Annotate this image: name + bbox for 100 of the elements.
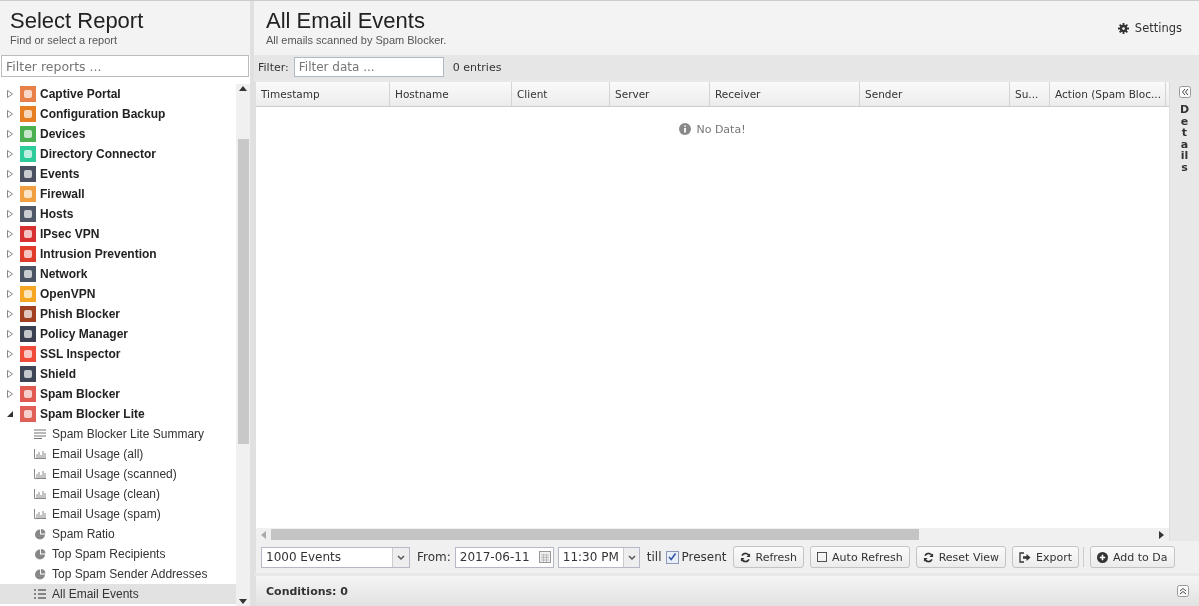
no-data-message: No Data!: [679, 122, 746, 136]
column-header[interactable]: Su...: [1010, 82, 1050, 106]
expand-arrow-icon[interactable]: [6, 130, 14, 138]
checkbox[interactable]: [665, 550, 679, 564]
column-header[interactable]: Client: [512, 82, 610, 106]
filter-data-field[interactable]: Filter data ...: [293, 57, 444, 77]
expand-arrow-icon[interactable]: [6, 310, 14, 318]
report-category[interactable]: Hosts: [40, 207, 74, 221]
dropdown-arrow-icon[interactable]: [392, 547, 409, 567]
till-label: till: [646, 550, 662, 564]
collapse-arrow-icon[interactable]: [6, 410, 14, 418]
expand-arrow-icon[interactable]: [6, 350, 14, 358]
entries-count: 0 entries: [452, 60, 502, 74]
scrollbar[interactable]: [236, 84, 250, 606]
filter-reports-field[interactable]: Filter reports ...: [1, 55, 249, 77]
expand-arrow-icon[interactable]: [6, 250, 14, 258]
report-category[interactable]: Firewall: [40, 187, 85, 201]
toolbar-button[interactable]: Auto Refresh: [810, 546, 910, 568]
toolbar-button[interactable]: Refresh: [732, 546, 805, 568]
report-item[interactable]: Top Spam Sender Addresses: [0, 564, 236, 584]
expand-arrow-icon[interactable]: [6, 190, 14, 198]
expand-arrow-icon[interactable]: [6, 270, 14, 278]
scroll-right-arrow-icon[interactable]: [1159, 530, 1164, 539]
column-header[interactable]: Action (Spam Bloc...: [1050, 82, 1166, 106]
expand-arrow-icon[interactable]: [6, 290, 14, 298]
report-item[interactable]: Email Usage (clean): [0, 484, 236, 504]
sidebar-subtitle: Find or select a report: [10, 34, 118, 46]
scroll-up-arrow-icon[interactable]: [239, 86, 247, 91]
date-field[interactable]: 2017-06-11: [454, 546, 554, 568]
pie-chart-icon: [34, 528, 46, 540]
report-subtitle: All emails scanned by Spam Blocker.: [266, 34, 447, 46]
settings-button[interactable]: Settings: [1112, 18, 1187, 38]
from-label: From:: [417, 550, 451, 564]
bar-chart-icon: [34, 469, 46, 479]
report-category[interactable]: Network: [40, 267, 88, 281]
scroll-left-arrow-icon[interactable]: [261, 530, 266, 539]
settings-icon: [1117, 22, 1129, 34]
lines-icon: [34, 429, 46, 439]
report-category[interactable]: Captive Portal: [40, 87, 121, 101]
report-category[interactable]: Spam Blocker: [40, 387, 121, 401]
expand-arrow-icon[interactable]: [6, 210, 14, 218]
report-category[interactable]: IPsec VPN: [40, 227, 100, 241]
horizontal-scrollbar[interactable]: [256, 528, 1169, 541]
expand-arrow-icon[interactable]: [6, 150, 14, 158]
column-header[interactable]: Server: [610, 82, 710, 106]
bar-chart-icon: [34, 489, 46, 499]
expand-arrow-icon[interactable]: [6, 170, 14, 178]
report-item[interactable]: Spam Ratio: [0, 524, 236, 544]
column-header[interactable]: Receiver: [710, 82, 860, 106]
expand-arrow-icon[interactable]: [6, 90, 14, 98]
report-category[interactable]: OpenVPN: [40, 287, 96, 301]
report-item[interactable]: All Email Events: [0, 584, 236, 604]
bar-chart-icon: [34, 509, 46, 519]
expand-arrow-icon[interactable]: [6, 390, 14, 398]
pie-chart-icon: [34, 548, 46, 560]
report-item[interactable]: Spam Blocker Lite Summary: [0, 424, 236, 444]
report-item[interactable]: Email Usage (scanned): [0, 464, 236, 484]
report-category[interactable]: Policy Manager: [40, 327, 129, 341]
filter-label: Filter:: [258, 60, 289, 74]
add-icon: [1097, 551, 1108, 563]
list-icon: [34, 589, 46, 599]
scroll-down-arrow-icon[interactable]: [239, 599, 247, 604]
report-title: All Email Events: [266, 8, 426, 34]
report-category[interactable]: Spam Blocker Lite: [40, 407, 145, 421]
report-item[interactable]: Email Usage (all): [0, 444, 236, 464]
refresh-icon: [739, 551, 751, 563]
report-category[interactable]: Devices: [40, 127, 86, 141]
expand-arrow-icon[interactable]: [6, 230, 14, 238]
report-category[interactable]: Events: [40, 167, 80, 181]
info-icon: [679, 123, 692, 135]
checkbox-icon: [817, 552, 828, 562]
report-category[interactable]: Phish Blocker: [40, 307, 121, 321]
report-category[interactable]: Shield: [40, 367, 76, 381]
toolbar-button[interactable]: Reset View: [915, 546, 1006, 568]
sidebar-title: Select Report: [10, 8, 145, 34]
expand-arrow-icon[interactable]: [6, 110, 14, 118]
report-category[interactable]: Intrusion Prevention: [40, 247, 157, 261]
report-category[interactable]: Directory Connector: [40, 147, 157, 161]
present-checkbox[interactable]: Present: [665, 550, 727, 564]
toolbar-button[interactable]: Add to Da: [1090, 546, 1175, 568]
collapse-chevrons-icon[interactable]: [1178, 86, 1191, 98]
pie-chart-icon: [34, 568, 46, 580]
time-dropdown[interactable]: 11:30 PM: [557, 546, 640, 568]
column-header[interactable]: Timestamp: [256, 82, 390, 106]
report-category[interactable]: SSL Inspector: [40, 347, 121, 361]
report-item[interactable]: Top Spam Recipients: [0, 544, 236, 564]
conditions-label: Conditions: 0: [266, 584, 348, 598]
expand-chevrons-icon[interactable]: [1177, 585, 1189, 597]
expand-arrow-icon[interactable]: [6, 370, 14, 378]
column-header[interactable]: Hostname: [390, 82, 512, 106]
report-category[interactable]: Configuration Backup: [40, 107, 166, 121]
event-limit-dropdown[interactable]: 1000 Events: [261, 546, 410, 568]
expand-arrow-icon[interactable]: [6, 330, 14, 338]
refresh-icon: [922, 551, 934, 563]
toolbar-button[interactable]: Export: [1012, 546, 1079, 568]
calendar-icon[interactable]: [538, 551, 551, 563]
export-icon: [1019, 551, 1031, 563]
column-header[interactable]: Sender: [860, 82, 1010, 106]
report-item[interactable]: Email Usage (spam): [0, 504, 236, 524]
dropdown-arrow-icon[interactable]: [622, 547, 639, 567]
